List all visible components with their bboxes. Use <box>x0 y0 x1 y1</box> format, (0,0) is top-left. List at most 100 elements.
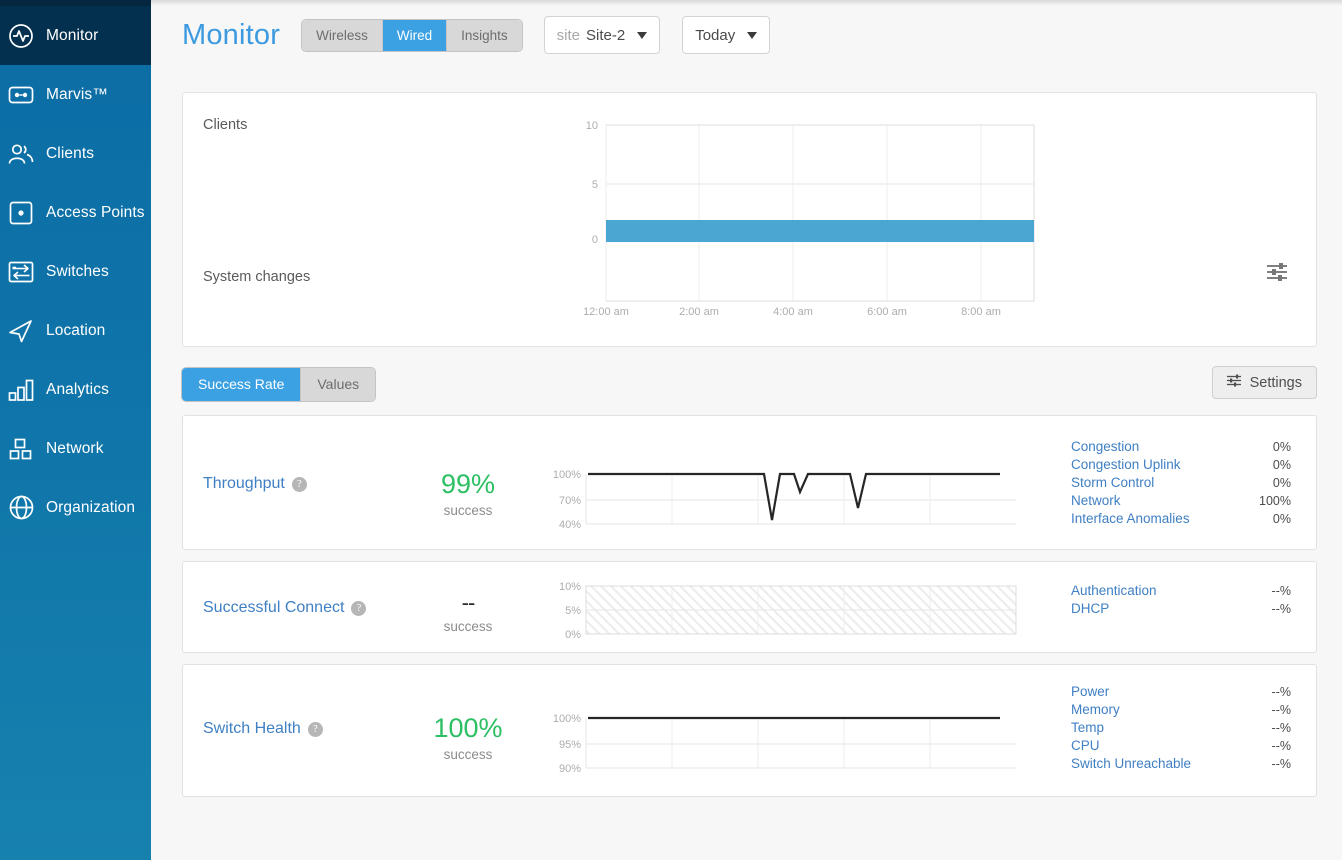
legend-item-label[interactable]: Storm Control <box>1071 475 1154 490</box>
sidebar-item-clients[interactable]: Clients <box>0 124 151 183</box>
switch-health-sparkline-chart[interactable]: 100% 95% 90% <box>548 696 1018 781</box>
network-squares-icon <box>6 434 36 464</box>
sidebar-item-monitor[interactable]: Monitor <box>0 6 151 65</box>
sidebar-item-organization[interactable]: Organization <box>0 478 151 537</box>
metric-title-label: Switch Health <box>203 720 301 738</box>
sidebar-item-label: Switches <box>46 263 109 281</box>
help-question-icon[interactable]: ? <box>292 477 307 492</box>
tab-values[interactable]: Values <box>301 368 375 401</box>
marvis-robot-icon <box>6 80 36 110</box>
tab-wired[interactable]: Wired <box>383 20 447 51</box>
sidebar-item-label: Clients <box>46 145 94 163</box>
sidebar-nav: Monitor Marvis™ Clients Access Points Switch… <box>0 6 151 537</box>
help-question-icon[interactable]: ? <box>308 722 323 737</box>
legend-item-label[interactable]: CPU <box>1071 738 1100 753</box>
successful-connect-sparkline-chart[interactable]: 10% 5% 0% <box>548 574 1018 651</box>
switches-arrows-icon <box>6 257 36 287</box>
legend-item-value: 0% <box>1273 458 1291 472</box>
legend-item-label[interactable]: DHCP <box>1071 601 1109 616</box>
legend-switch-health: Power--%Memory--%Temp--%CPU--%Switch Unr… <box>1071 684 1291 774</box>
view-type-tabs: Wireless Wired Insights <box>302 20 522 51</box>
legend-item-label[interactable]: Switch Unreachable <box>1071 756 1191 771</box>
metric-card-switch-health: Switch Health ? 100% success 100% 95% 90… <box>182 664 1317 797</box>
metric-sublabel: success <box>408 503 528 518</box>
metric-value-successful-connect: -- success <box>408 592 528 634</box>
svg-text:100%: 100% <box>553 469 581 481</box>
legend-item-value: --% <box>1272 739 1291 753</box>
metric-view-tabs: Success Rate Values <box>182 368 375 401</box>
metric-title-throughput[interactable]: Throughput ? <box>203 475 307 493</box>
settings-button-label: Settings <box>1250 375 1302 391</box>
time-range-selector[interactable]: Today <box>682 16 770 54</box>
sliders-filter-icon[interactable] <box>1266 261 1288 283</box>
clients-timeline-chart[interactable]: 10 5 0 12:00 am <box>580 119 1035 308</box>
legend-item-label[interactable]: Network <box>1071 493 1121 508</box>
tab-wireless[interactable]: Wireless <box>302 20 383 51</box>
legend-row: CPU --% <box>1071 738 1291 753</box>
sidebar-item-label: Marvis™ <box>46 86 108 104</box>
svg-text:0: 0 <box>592 234 598 246</box>
legend-item-label[interactable]: Congestion Uplink <box>1071 457 1181 472</box>
sidebar-item-switches[interactable]: Switches <box>0 242 151 301</box>
legend-row: Interface Anomalies 0% <box>1071 511 1291 526</box>
legend-item-value: --% <box>1272 757 1291 771</box>
legend-item-label[interactable]: Memory <box>1071 702 1120 717</box>
metric-title-label: Throughput <box>203 475 285 493</box>
sliders-settings-icon <box>1227 374 1242 391</box>
settings-button[interactable]: Settings <box>1212 366 1317 399</box>
legend-item-label[interactable]: Power <box>1071 684 1109 699</box>
metric-value-switch-health: 100% success <box>408 715 528 762</box>
organization-globe-icon <box>6 493 36 523</box>
svg-text:70%: 70% <box>559 495 581 507</box>
metric-sublabel: success <box>408 619 528 634</box>
legend-item-value: --% <box>1272 685 1291 699</box>
metric-percent: 99% <box>408 471 528 498</box>
main-content: Monitor Wireless Wired Insights site Sit… <box>151 0 1342 860</box>
legend-item-label[interactable]: Authentication <box>1071 583 1157 598</box>
legend-item-value: 0% <box>1273 512 1291 526</box>
metric-sublabel: success <box>408 747 528 762</box>
site-selector[interactable]: site Site-2 <box>544 16 661 54</box>
legend-item-value: 0% <box>1273 476 1291 490</box>
site-selector-value: Site-2 <box>586 27 625 44</box>
tab-success-rate[interactable]: Success Rate <box>182 368 301 401</box>
time-range-value: Today <box>695 27 735 44</box>
svg-text:10%: 10% <box>559 581 581 593</box>
sidebar-item-label: Organization <box>46 499 135 517</box>
legend-row: Congestion 0% <box>1071 439 1291 454</box>
legend-item-value: --% <box>1272 602 1291 616</box>
sidebar-item-label: Monitor <box>46 27 98 45</box>
legend-item-label[interactable]: Congestion <box>1071 439 1139 454</box>
sidebar-item-location[interactable]: Location <box>0 301 151 360</box>
legend-row: Network100% <box>1071 493 1291 508</box>
legend-row: DHCP --% <box>1071 601 1291 616</box>
svg-text:5: 5 <box>592 179 598 191</box>
metric-title-successful-connect[interactable]: Successful Connect ? <box>203 599 366 617</box>
legend-successful-connect: Authentication--% DHCP --% <box>1071 583 1291 619</box>
legend-item-label[interactable]: Interface Anomalies <box>1071 511 1190 526</box>
svg-text:2:00 am: 2:00 am <box>679 306 719 318</box>
clients-people-icon <box>6 139 36 169</box>
legend-row: Authentication--% <box>1071 583 1291 598</box>
svg-text:40%: 40% <box>559 519 581 531</box>
access-point-icon <box>6 198 36 228</box>
sidebar-item-network[interactable]: Network <box>0 419 151 478</box>
tab-insights[interactable]: Insights <box>447 20 522 51</box>
throughput-sparkline-chart[interactable]: 100% 70% 40% <box>548 452 1018 537</box>
help-question-icon[interactable]: ? <box>351 601 366 616</box>
legend-row: Switch Unreachable --% <box>1071 756 1291 771</box>
sidebar-item-marvis[interactable]: Marvis™ <box>0 65 151 124</box>
svg-text:5%: 5% <box>565 605 581 617</box>
main-top-shadow <box>151 0 1342 6</box>
legend-row: Memory--% <box>1071 702 1291 717</box>
page-header: Monitor Wireless Wired Insights site Sit… <box>182 16 770 54</box>
metric-title-switch-health[interactable]: Switch Health ? <box>203 720 323 738</box>
metric-percent: -- <box>408 592 528 614</box>
legend-row: Congestion Uplink 0% <box>1071 457 1291 472</box>
system-changes-chart-label: System changes <box>203 269 310 285</box>
legend-item-label[interactable]: Temp <box>1071 720 1104 735</box>
sidebar-item-access-points[interactable]: Access Points <box>0 183 151 242</box>
legend-item-value: 0% <box>1273 440 1291 454</box>
clients-system-changes-card: Clients System changes 10 5 0 <box>182 92 1317 347</box>
sidebar-item-analytics[interactable]: Analytics <box>0 360 151 419</box>
